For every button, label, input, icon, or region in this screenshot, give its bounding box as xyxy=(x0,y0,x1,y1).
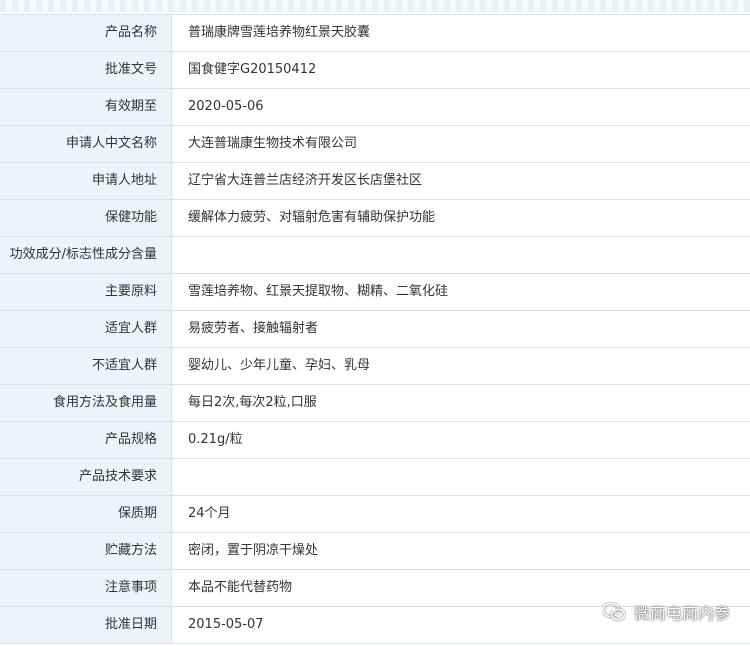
row-value: 国食健字G20150412 xyxy=(188,62,317,77)
row-label: 主要原料 xyxy=(0,274,172,310)
row-label: 贮藏方法 xyxy=(0,533,172,569)
row-label: 产品技术要求 xyxy=(0,459,172,495)
row-label: 不适宜人群 xyxy=(0,348,172,384)
row-label: 申请人中文名称 xyxy=(0,126,172,162)
row-label: 产品名称 xyxy=(0,15,172,51)
row-label: 功效成分/标志性成分含量 xyxy=(0,237,172,273)
row-value xyxy=(172,459,750,495)
row-value: 0.21g/粒 xyxy=(188,432,243,447)
decorative-border xyxy=(0,0,750,12)
row-label: 适宜人群 xyxy=(0,311,172,347)
row-value: 每日2次,每次2粒,口服 xyxy=(188,395,317,410)
row-value: 大连普瑞康生物技术有限公司 xyxy=(188,136,358,151)
row-label: 食用方法及食用量 xyxy=(0,385,172,421)
wechat-icon xyxy=(602,602,626,621)
row-label: 注意事项 xyxy=(0,570,172,606)
row-value: 易疲劳者、接触辐射者 xyxy=(188,321,319,336)
table-row: 主要原料 雪莲培养物、红景天提取物、糊精、二氧化硅 xyxy=(0,274,750,311)
table-row: 功效成分/标志性成分含量 xyxy=(0,237,750,274)
table-row: 申请人地址 辽宁省大连普兰店经济开发区长店堡社区 xyxy=(0,163,750,200)
row-label: 申请人地址 xyxy=(0,163,172,199)
row-label: 批准日期 xyxy=(0,607,172,643)
row-value xyxy=(172,237,750,273)
table-row: 食用方法及食用量 每日2次,每次2粒,口服 xyxy=(0,385,750,422)
row-label: 批准文号 xyxy=(0,52,172,88)
row-value: 24个月 xyxy=(188,506,231,521)
table-row: 贮藏方法 密闭，置于阴凉干燥处 xyxy=(0,533,750,570)
table-row: 产品规格 0.21g/粒 xyxy=(0,422,750,459)
row-value: 婴幼儿、少年儿童、孕妇、乳母 xyxy=(188,358,371,373)
row-value: 普瑞康牌雪莲培养物红景天胶囊 xyxy=(188,25,371,40)
row-value: 密闭，置于阴凉干燥处 xyxy=(188,543,319,558)
row-value: 辽宁省大连普兰店经济开发区长店堡社区 xyxy=(188,173,423,188)
table-row: 适宜人群 易疲劳者、接触辐射者 xyxy=(0,311,750,348)
row-label: 有效期至 xyxy=(0,89,172,125)
row-label: 保质期 xyxy=(0,496,172,532)
row-label: 产品规格 xyxy=(0,422,172,458)
table-row: 批准文号 国食健字G20150412 xyxy=(0,52,750,89)
row-value: 雪莲培养物、红景天提取物、糊精、二氧化硅 xyxy=(188,284,449,299)
watermark: 微商电商内参 xyxy=(602,600,730,624)
table-row: 申请人中文名称 大连普瑞康生物技术有限公司 xyxy=(0,126,750,163)
table-row: 产品技术要求 xyxy=(0,459,750,496)
table-row: 有效期至 2020-05-06 xyxy=(0,89,750,126)
table-row: 保健功能 缓解体力疲劳、对辐射危害有辅助保护功能 xyxy=(0,200,750,237)
watermark-text: 微商电商内参 xyxy=(633,604,730,623)
row-value: 2020-05-06 xyxy=(188,99,264,114)
table-row: 保质期 24个月 xyxy=(0,496,750,533)
row-label: 保健功能 xyxy=(0,200,172,236)
table-row: 不适宜人群 婴幼儿、少年儿童、孕妇、乳母 xyxy=(0,348,750,385)
row-value: 缓解体力疲劳、对辐射危害有辅助保护功能 xyxy=(188,210,436,225)
table-row: 产品名称 普瑞康牌雪莲培养物红景天胶囊 xyxy=(0,15,750,52)
product-info-table: 产品名称 普瑞康牌雪莲培养物红景天胶囊 批准文号 国食健字G20150412 有… xyxy=(0,14,750,644)
page: 产品名称 普瑞康牌雪莲培养物红景天胶囊 批准文号 国食健字G20150412 有… xyxy=(0,0,750,646)
